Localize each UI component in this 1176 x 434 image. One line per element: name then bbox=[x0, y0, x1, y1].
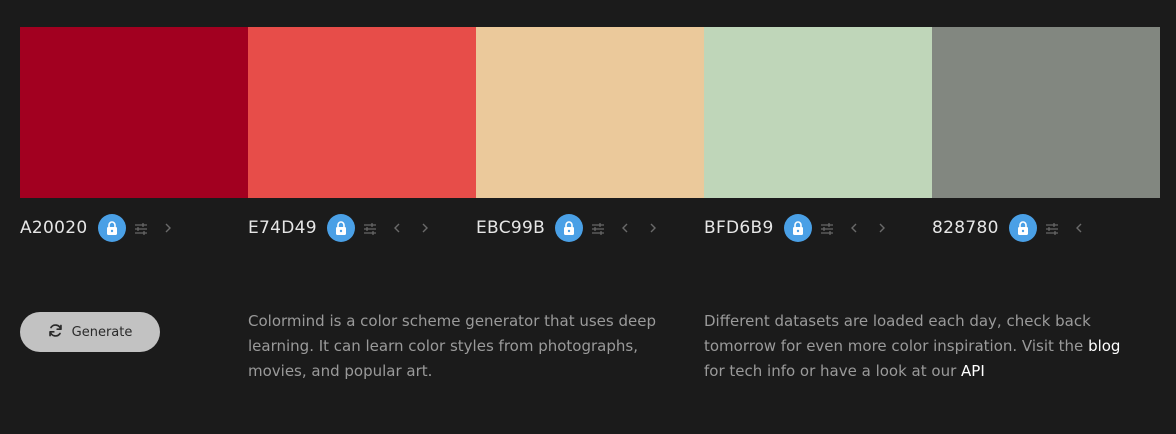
chevron-left-icon[interactable] bbox=[617, 220, 633, 236]
lock-icon[interactable] bbox=[1008, 214, 1037, 242]
hex-code[interactable]: BFD6B9 bbox=[704, 218, 774, 238]
generate-button[interactable]: Generate bbox=[20, 312, 160, 352]
chevron-right-icon[interactable] bbox=[160, 220, 176, 236]
color-controls: BFD6B9 bbox=[704, 198, 932, 258]
color-column-4: BFD6B9 bbox=[704, 27, 932, 258]
blog-link[interactable]: blog bbox=[1088, 337, 1120, 355]
colormind-page: A20020 E74D49 EBC99B BFD6B9 828780 Gener… bbox=[0, 0, 1176, 434]
color-controls: E74D49 bbox=[248, 198, 476, 258]
info-text-start: Different datasets are loaded each day, … bbox=[704, 312, 1091, 355]
color-swatch[interactable] bbox=[248, 27, 476, 198]
sliders-icon[interactable] bbox=[363, 221, 377, 235]
lock-icon[interactable] bbox=[783, 214, 812, 242]
hex-code[interactable]: 828780 bbox=[932, 218, 999, 238]
about-text: Colormind is a color scheme generator th… bbox=[248, 312, 656, 380]
lock-icon[interactable] bbox=[555, 214, 584, 242]
sliders-icon[interactable] bbox=[134, 221, 148, 235]
color-swatch[interactable] bbox=[20, 27, 248, 198]
hex-code[interactable]: E74D49 bbox=[248, 218, 317, 238]
chevron-right-icon[interactable] bbox=[417, 220, 433, 236]
lock-icon[interactable] bbox=[326, 214, 355, 242]
color-controls: 828780 bbox=[932, 198, 1160, 258]
color-swatch[interactable] bbox=[932, 27, 1160, 198]
color-swatch[interactable] bbox=[476, 27, 704, 198]
palette: A20020 E74D49 EBC99B BFD6B9 828780 bbox=[20, 27, 1160, 258]
api-link[interactable]: API bbox=[961, 362, 985, 380]
chevron-left-icon[interactable] bbox=[389, 220, 405, 236]
color-column-3: EBC99B bbox=[476, 27, 704, 258]
color-controls: EBC99B bbox=[476, 198, 704, 258]
color-column-5: 828780 bbox=[932, 27, 1160, 258]
refresh-icon bbox=[48, 323, 63, 342]
hex-code[interactable]: EBC99B bbox=[476, 218, 545, 238]
info-text-middle: for tech info or have a look at our bbox=[704, 362, 962, 380]
color-column-1: A20020 bbox=[20, 27, 248, 258]
generate-label: Generate bbox=[71, 324, 133, 340]
info-text: Different datasets are loaded each day, … bbox=[704, 309, 1124, 384]
sliders-icon[interactable] bbox=[820, 221, 834, 235]
color-swatch[interactable] bbox=[704, 27, 932, 198]
chevron-left-icon[interactable] bbox=[1071, 220, 1087, 236]
hex-code[interactable]: A20020 bbox=[20, 218, 88, 238]
sliders-icon[interactable] bbox=[1045, 221, 1059, 235]
color-controls: A20020 bbox=[20, 198, 248, 258]
sliders-icon[interactable] bbox=[591, 221, 605, 235]
chevron-right-icon[interactable] bbox=[645, 220, 661, 236]
lock-icon[interactable] bbox=[97, 214, 126, 242]
color-column-2: E74D49 bbox=[248, 27, 476, 258]
chevron-left-icon[interactable] bbox=[846, 220, 862, 236]
chevron-right-icon[interactable] bbox=[874, 220, 890, 236]
